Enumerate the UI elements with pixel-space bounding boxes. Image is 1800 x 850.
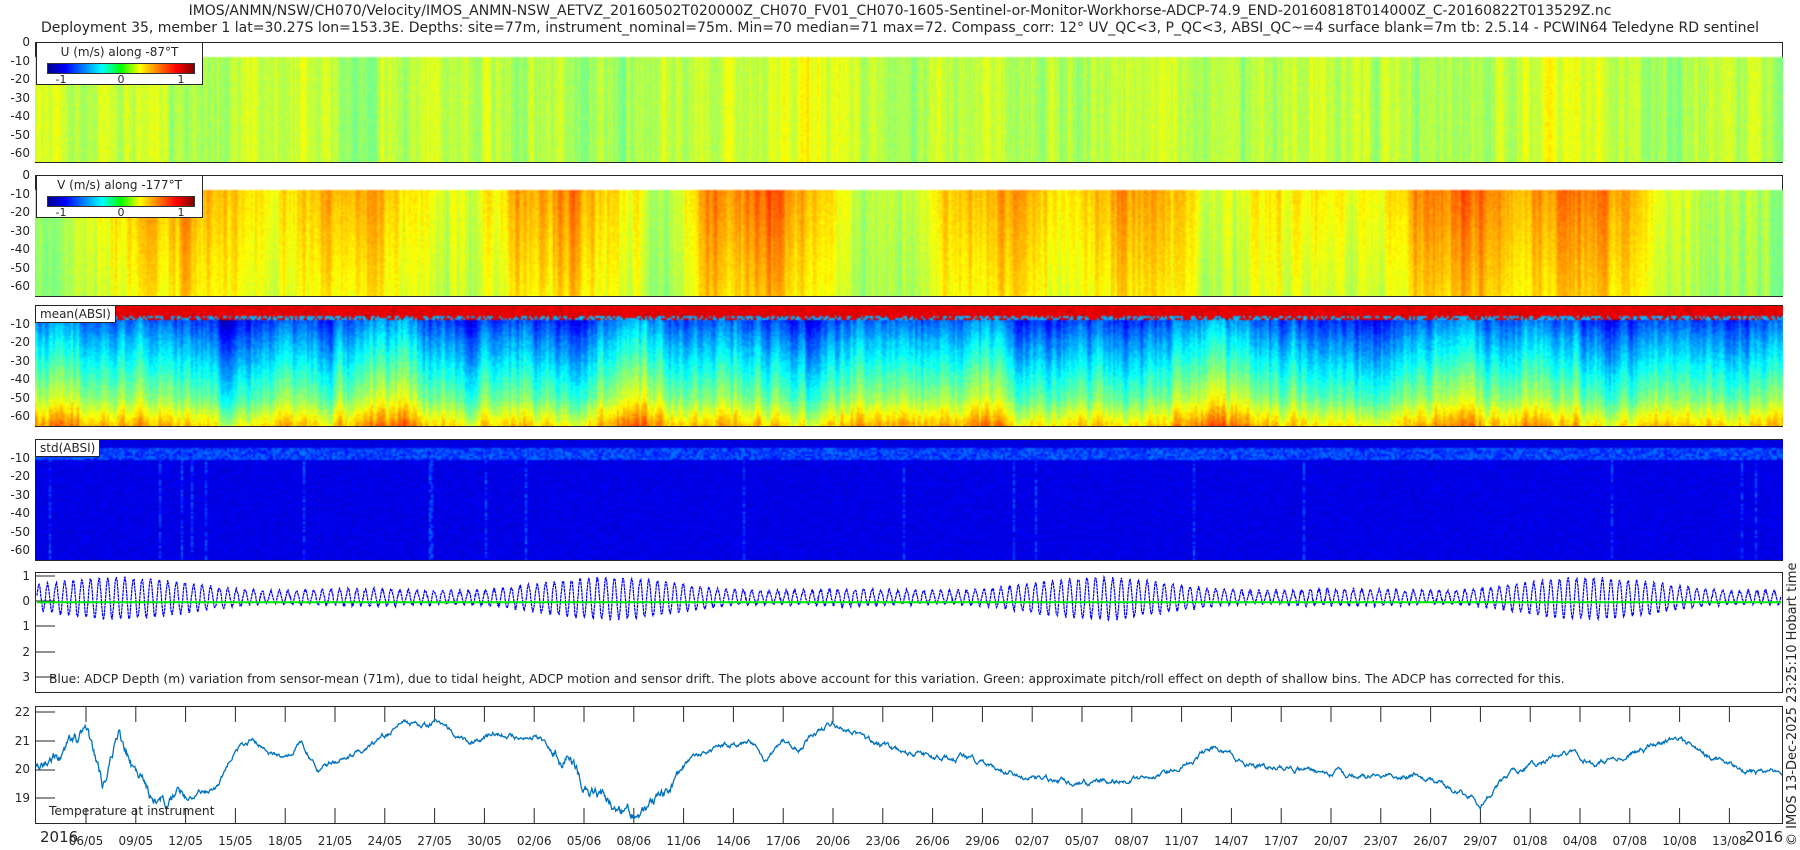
y-tick-label: -50 — [10, 260, 30, 275]
y-tick-label: -10 — [10, 186, 30, 201]
y-tick-label: -30 — [10, 487, 30, 502]
y-tick-label: 0 — [22, 35, 30, 49]
x-tick-label: 12/05 — [168, 834, 203, 848]
y-tick-label: -20 — [10, 72, 30, 86]
x-tick-label: 24/05 — [367, 834, 403, 848]
y-tick-label: 19 — [14, 791, 30, 806]
y-tick-label: -60 — [10, 543, 30, 557]
x-tick-label: 23/06 — [865, 834, 901, 848]
y-tick-label: 21 — [14, 733, 30, 748]
y-tick-label: -20 — [10, 335, 30, 349]
x-tick-label: 08/06 — [616, 834, 652, 848]
depth-annotation: Blue: ADCP Depth (m) variation from sens… — [49, 672, 1565, 686]
x-tick-label: 04/08 — [1562, 834, 1598, 848]
x-tick-label: 14/06 — [716, 834, 751, 848]
x-tick-label: 21/05 — [317, 834, 353, 848]
x-tick-label: 02/06 — [516, 834, 552, 848]
x-tick-label: 11/07 — [1164, 834, 1199, 848]
x-tick-label: 27/05 — [417, 834, 452, 848]
y-tick-label: -10 — [10, 450, 30, 465]
x-tick-label: 14/07 — [1214, 834, 1249, 848]
y-tick-label: 2 — [22, 644, 30, 659]
x-tick-label: 26/06 — [915, 834, 950, 848]
y-tick-label: -60 — [10, 146, 30, 160]
y-tick-label: -30 — [10, 223, 30, 238]
y-tick-label: -50 — [10, 524, 30, 539]
y-tick-label: 22 — [14, 705, 30, 719]
x-tick-label: 08/07 — [1114, 834, 1150, 848]
x-tick-label: 17/07 — [1263, 834, 1299, 848]
x-tick-label: 01/08 — [1512, 834, 1548, 848]
y-tick-label: -50 — [10, 127, 30, 142]
y-tick-label: 1 — [22, 619, 30, 634]
x-tick-label: 11/06 — [666, 834, 701, 848]
y-tick-label: -30 — [10, 353, 30, 368]
y-tick-label: -40 — [10, 372, 30, 386]
x-tick-label: 05/06 — [566, 834, 602, 848]
x-tick-label: 29/07 — [1463, 834, 1498, 848]
x-tick-label: 13/08 — [1712, 834, 1747, 848]
y-tick-label: -50 — [10, 390, 30, 405]
y-tick-label: -30 — [10, 90, 30, 105]
x-tick-label: 07/08 — [1612, 834, 1648, 848]
y-tick-label: -20 — [10, 205, 30, 219]
x-tick-label: 10/08 — [1662, 834, 1697, 848]
y-tick-label: 0 — [22, 168, 30, 182]
x-tick-label: 18/05 — [267, 834, 303, 848]
y-tick-label: 0 — [22, 594, 30, 609]
x-tick-label: 20/07 — [1313, 834, 1349, 848]
x-tick-label: 05/07 — [1064, 834, 1100, 848]
x-tick-label: 09/05 — [118, 834, 154, 848]
x-tick-label: 17/06 — [765, 834, 801, 848]
depth-variation-line — [36, 574, 1782, 622]
x-tick-label: 26/07 — [1413, 834, 1448, 848]
year-label-left: 2016 — [40, 828, 79, 846]
y-tick-label: -60 — [10, 409, 30, 423]
y-tick-label: 20 — [14, 762, 30, 777]
imos-timestamp: © IMOS 13-Dec-2025 23:25:10 Hobart time — [1785, 562, 1800, 846]
y-tick-label: 1 — [22, 569, 30, 583]
y-tick-label: -10 — [10, 53, 30, 68]
line-plots-layer — [35, 574, 1783, 824]
y-tick-label: -10 — [10, 316, 30, 331]
temperature-line — [35, 718, 1783, 820]
x-tick-label: 02/07 — [1014, 834, 1050, 848]
year-label-right: 2016 — [1745, 828, 1784, 846]
x-tick-label: 23/07 — [1363, 834, 1399, 848]
x-tick-label: 29/06 — [965, 834, 1000, 848]
y-tick-label: -40 — [10, 242, 30, 256]
y-tick-label: -20 — [10, 469, 30, 483]
y-tick-label: -40 — [10, 109, 30, 123]
temperature-annotation: Temperature at instrument — [49, 804, 215, 818]
x-tick-label: 15/05 — [218, 834, 253, 848]
x-tick-label: 30/05 — [467, 834, 502, 848]
x-tick-label: 20/06 — [815, 834, 851, 848]
y-tick-label: -40 — [10, 506, 30, 520]
y-tick-label: 3 — [22, 669, 30, 684]
y-tick-label: -60 — [10, 279, 30, 293]
